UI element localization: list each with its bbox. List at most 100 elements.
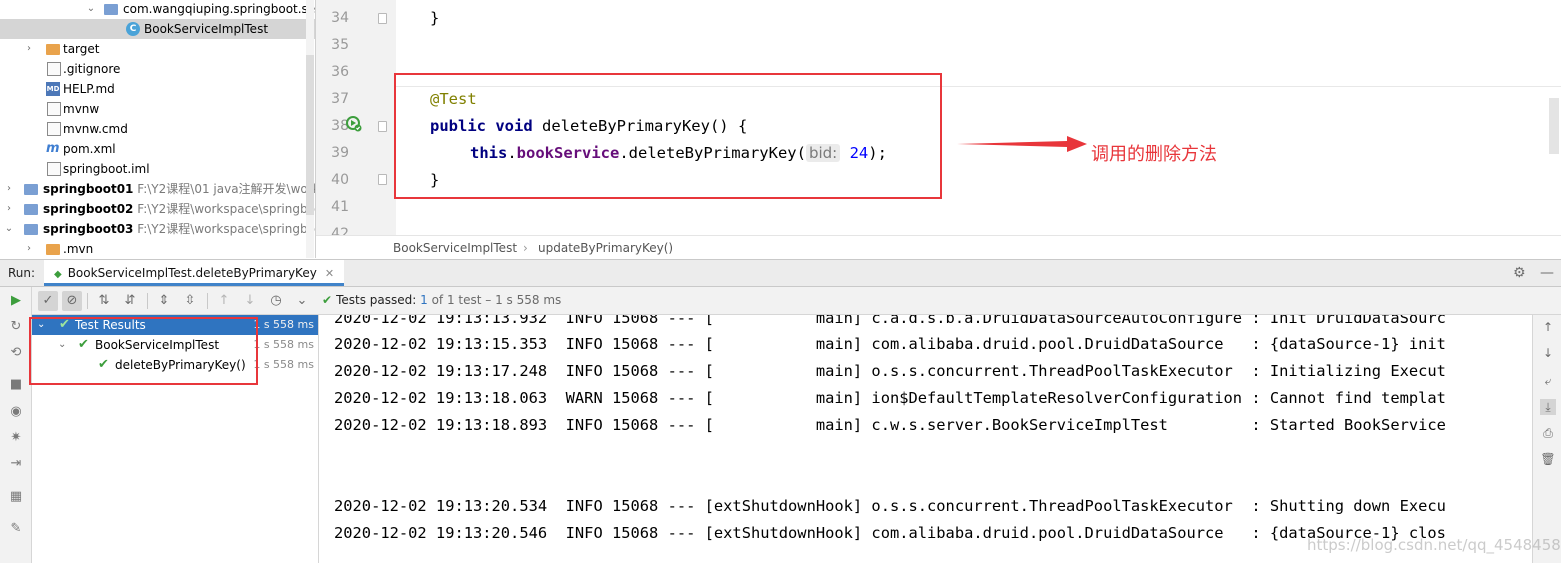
run-tab[interactable]: ◆ BookServiceImplTest.deleteByPrimaryKey ✕ [44, 260, 345, 286]
folder-icon [46, 44, 60, 55]
trash-icon[interactable]: 🗑 [1540, 451, 1556, 467]
tree-item-bookserviceimpltest[interactable]: C BookServiceImplTest [0, 19, 315, 39]
scrollbar-thumb[interactable] [306, 55, 314, 215]
soft-wrap-icon[interactable]: ⤶ [1540, 373, 1556, 389]
run-label: Run: [8, 266, 36, 280]
minimize-icon[interactable]: — [1540, 265, 1554, 281]
chevron-right-icon[interactable]: › [4, 179, 14, 199]
tree-item-package[interactable]: ⌄ com.wangqiuping.springboot.ser [0, 0, 315, 19]
up-icon[interactable]: ↑ [1540, 319, 1556, 335]
breadcrumb-item-method[interactable]: updateByPrimaryKey() [538, 236, 673, 260]
previous-icon[interactable]: ↑ [214, 291, 234, 311]
camera-icon[interactable]: ◉ [8, 404, 24, 420]
chevron-right-icon[interactable]: › [24, 239, 34, 258]
collapse-all-icon[interactable]: ⇳ [180, 291, 200, 311]
breadcrumb-item-class[interactable]: BookServiceImplTest [393, 236, 517, 260]
tree-item-gitignore[interactable]: .gitignore [0, 59, 315, 79]
tree-item-label: target [63, 42, 100, 56]
tree-scrollbar[interactable] [306, 0, 314, 258]
history-icon[interactable]: ◷ [266, 291, 286, 311]
gear-icon[interactable]: ⚙ [1513, 265, 1529, 281]
line-number: 36 [331, 64, 349, 80]
chevron-right-icon[interactable]: › [24, 39, 34, 59]
toolbar-separator [207, 293, 208, 309]
status-count: 1 [420, 293, 428, 307]
line-number: 39 [331, 145, 349, 161]
stop-icon[interactable]: ■ [8, 377, 24, 393]
sort-alphabetically-icon[interactable]: ⇅ [94, 291, 114, 311]
file-icon [47, 162, 61, 176]
toggle-auto-test-icon[interactable]: ⟲ [8, 345, 24, 361]
package-icon [104, 4, 118, 15]
rerun-failed-icon[interactable]: ↻ [8, 319, 24, 335]
chevron-right-icon[interactable]: › [4, 199, 14, 219]
rerun-icon[interactable]: ▶ [8, 293, 24, 309]
show-passed-icon[interactable]: ✓ [38, 291, 58, 311]
run-tool-window-header: Run: ◆ BookServiceImplTest.deleteByPrimar… [0, 259, 1561, 287]
chevron-down-icon[interactable]: ⌄ [4, 219, 14, 239]
tree-item-mvnw[interactable]: mvnw [0, 99, 315, 119]
module-icon [24, 204, 38, 215]
tree-item-label: mvnw.cmd [63, 122, 128, 136]
layout-icon[interactable]: ▦ [8, 489, 24, 505]
tree-item-help-md[interactable]: MD HELP.md [0, 79, 315, 99]
console-output[interactable]: 2020-12-02 19:13:13.932 INFO 15068 --- [… [319, 315, 1532, 563]
tree-item-springboot01[interactable]: › springboot01 F:\Y2课程\01 java注解开发\works [0, 179, 315, 199]
tree-item-target[interactable]: › target [0, 39, 315, 59]
console-line: 2020-12-02 19:13:13.932 INFO 15068 --- [… [334, 315, 1446, 327]
fold-marker-icon[interactable] [378, 121, 387, 132]
module-icon [24, 224, 38, 235]
line-number: 40 [331, 172, 349, 188]
tree-item-label: BookServiceImplTest [144, 22, 269, 36]
import-icon[interactable]: ⇥ [8, 456, 24, 472]
tree-item-path: F:\Y2课程\workspace\springboo [137, 222, 316, 236]
run-test-gutter-icon[interactable] [346, 116, 362, 132]
tree-item-path: F:\Y2课程\01 java注解开发\works [137, 182, 316, 196]
tree-item-label: mvnw [63, 102, 100, 116]
tree-item-label: com.wangqiuping.springboot.ser [123, 2, 316, 16]
editor-scrollbar-thumb[interactable] [1549, 98, 1559, 154]
fold-marker-icon[interactable] [378, 13, 387, 24]
sort-by-duration-icon[interactable]: ⇵ [120, 291, 140, 311]
terminal-file-icon [47, 102, 61, 116]
fold-marker-icon[interactable] [378, 174, 387, 185]
close-icon[interactable]: ✕ [325, 267, 334, 280]
tree-item-path: F:\Y2课程\workspace\springboo [137, 202, 316, 216]
status-passed-label: Tests passed: [336, 293, 417, 307]
console-line: 2020-12-02 19:13:15.353 INFO 15068 --- [… [334, 335, 1446, 353]
line-number: 41 [331, 199, 349, 215]
annotation-arrow-icon [957, 136, 1087, 152]
show-ignored-icon[interactable]: ⊘ [62, 291, 82, 311]
editor-gutter: 34 35 36 37 38 39 40 41 42 [316, 0, 396, 242]
line-number: 34 [331, 10, 349, 26]
tree-item-springboot02[interactable]: › springboot02 F:\Y2课程\workspace\springb… [0, 199, 315, 219]
breadcrumb-separator: › [523, 241, 528, 255]
scroll-to-end-icon[interactable]: ⤓ [1540, 399, 1556, 415]
print-icon[interactable]: ⎙ [1540, 425, 1556, 441]
tree-item-springboot-iml[interactable]: springboot.iml [0, 159, 315, 179]
console-line: 2020-12-02 19:13:17.248 INFO 15068 --- [… [334, 362, 1446, 380]
tree-item-label: .mvn [63, 242, 94, 256]
tree-item-pom-xml[interactable]: m pom.xml [0, 139, 315, 159]
line-number: 37 [331, 91, 349, 107]
code-line-34: } [430, 9, 440, 27]
tree-item-mvn[interactable]: › .mvn [0, 239, 315, 258]
chevron-down-icon[interactable]: ⌄ [292, 291, 312, 311]
settings-icon[interactable]: ✷ [8, 430, 24, 446]
test-tree-highlight-box [29, 317, 258, 385]
breadcrumb: BookServiceImplTest › updateByPrimaryKey… [316, 235, 1561, 259]
next-icon[interactable]: ↓ [240, 291, 260, 311]
pin-icon[interactable]: ✎ [8, 521, 24, 537]
tree-item-springboot03[interactable]: ⌄ springboot03 F:\Y2课程\workspace\springb… [0, 219, 315, 239]
console-line: 2020-12-02 19:13:18.063 WARN 15068 --- [… [334, 389, 1446, 407]
chevron-down-icon[interactable]: ⌄ [86, 0, 96, 19]
maven-icon: m [46, 141, 60, 156]
console-right-toolbar: ↑ ↓ ⤶ ⤓ ⎙ 🗑 [1532, 315, 1561, 563]
tree-item-mvnw-cmd[interactable]: mvnw.cmd [0, 119, 315, 139]
expand-all-icon[interactable]: ⇕ [154, 291, 174, 311]
down-icon[interactable]: ↓ [1540, 345, 1556, 361]
line-number: 38 [331, 118, 349, 134]
tests-status: ✔ Tests passed: 1 of 1 test – 1 s 558 ms [322, 293, 561, 307]
test-duration: 1 s 558 ms [253, 318, 314, 331]
tree-item-label: pom.xml [63, 142, 116, 156]
